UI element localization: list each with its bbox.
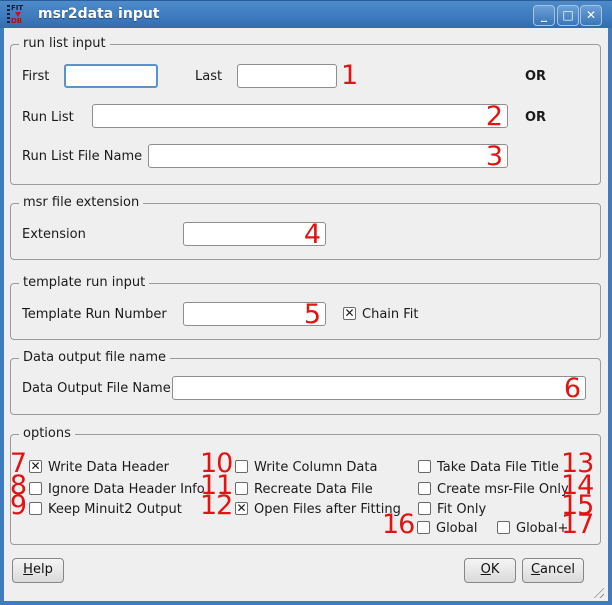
group-title-template-run-input: template run input — [19, 275, 149, 290]
ignore-data-header-info-checkbox[interactable] — [29, 482, 42, 495]
window-title: msr2data input — [38, 6, 160, 22]
last-input[interactable] — [240, 65, 312, 87]
take-data-file-title-label[interactable]: Take Data File Title — [437, 460, 559, 475]
data-output-file-name-input[interactable] — [175, 377, 561, 399]
marker-3: 3 — [486, 145, 502, 167]
marker-1: 1 — [341, 63, 357, 89]
help-button-label: elp — [33, 562, 53, 577]
marker-5: 5 — [304, 303, 320, 325]
close-button[interactable]: ✕ — [580, 5, 602, 26]
group-title-data-output-file-name: Data output file name — [19, 350, 170, 365]
help-button[interactable]: Help — [12, 558, 64, 583]
data-output-file-name-label: Data Output File Name — [22, 381, 171, 396]
global-plus-checkbox[interactable] — [497, 521, 510, 534]
write-column-data-checkbox[interactable] — [235, 460, 248, 473]
cancel-button-mnemonic: C — [531, 562, 540, 577]
fit-only-checkbox[interactable] — [418, 502, 431, 515]
run-list-field-frame: 2 — [92, 104, 508, 128]
template-run-number-field-frame: 5 — [183, 302, 326, 326]
keep-minuit2-output-checkbox[interactable] — [29, 502, 42, 515]
group-title-msr-file-extension: msr file extension — [19, 195, 143, 210]
open-files-after-fitting-checkbox[interactable] — [235, 502, 248, 515]
marker-6: 6 — [564, 377, 580, 399]
resize-grip[interactable] — [591, 585, 604, 598]
data-output-file-name-field-frame: 6 — [172, 376, 586, 400]
keep-minuit2-output-label[interactable]: Keep Minuit2 Output — [48, 502, 182, 517]
ok-button-label: K — [491, 562, 500, 577]
minimize-button[interactable]: _ — [533, 5, 555, 26]
template-run-number-label: Template Run Number — [22, 307, 167, 322]
or-separator-2: OR — [525, 110, 546, 125]
write-data-header-label[interactable]: Write Data Header — [48, 460, 169, 475]
cancel-button[interactable]: Cancel — [522, 558, 584, 583]
cancel-button-label: ancel — [540, 562, 575, 577]
marker-2: 2 — [486, 105, 502, 127]
write-data-header-checkbox[interactable] — [29, 460, 42, 473]
create-msr-file-only-label[interactable]: Create msr-File Only — [437, 482, 569, 497]
dialog-content: run list input First Last 1 OR Run List … — [4, 28, 608, 601]
app-icon-db-text: DB — [11, 18, 22, 25]
run-list-file-name-label: Run List File Name — [22, 149, 142, 164]
template-run-number-input[interactable] — [186, 303, 301, 325]
chain-fit-label[interactable]: Chain Fit — [362, 307, 419, 322]
help-button-mnemonic: H — [23, 562, 33, 577]
marker-16: 16 — [382, 512, 410, 538]
extension-label: Extension — [22, 227, 86, 242]
marker-12: 12 — [200, 493, 231, 519]
app-icon-ruler — [7, 5, 10, 25]
app-icon: FIT DB — [7, 5, 31, 25]
first-label: First — [22, 69, 49, 84]
recreate-data-file-label[interactable]: Recreate Data File — [254, 482, 373, 497]
last-field-frame — [237, 64, 337, 88]
first-field-frame — [64, 64, 158, 88]
marker-4: 4 — [304, 223, 320, 245]
app-icon-fit-text: FIT — [11, 5, 23, 12]
title-bar[interactable]: FIT DB msr2data input _ □ ✕ — [0, 0, 612, 28]
run-list-file-name-field-frame: 3 — [148, 144, 508, 168]
extension-field-frame: 4 — [183, 222, 326, 246]
extension-input[interactable] — [186, 223, 301, 245]
group-title-run-list-input: run list input — [19, 36, 110, 51]
ok-button[interactable]: OK — [464, 558, 516, 583]
take-data-file-title-checkbox[interactable] — [418, 460, 431, 473]
marker-9: 9 — [6, 493, 26, 519]
marker-17: 17 — [561, 512, 593, 538]
run-list-file-name-input[interactable] — [151, 145, 483, 167]
ignore-data-header-info-label[interactable]: Ignore Data Header Info — [48, 482, 205, 497]
write-column-data-label[interactable]: Write Column Data — [254, 460, 377, 475]
global-checkbox[interactable] — [417, 521, 430, 534]
msr2data-dialog: FIT DB msr2data input _ □ ✕ run list inp… — [0, 0, 612, 605]
recreate-data-file-checkbox[interactable] — [235, 482, 248, 495]
maximize-button[interactable]: □ — [557, 5, 579, 26]
run-list-input[interactable] — [95, 105, 483, 127]
open-files-after-fitting-label[interactable]: Open Files after Fitting — [254, 502, 401, 517]
global-label[interactable]: Global — [436, 521, 477, 536]
first-input[interactable] — [68, 66, 132, 86]
group-title-options: options — [19, 426, 75, 441]
run-list-label: Run List — [22, 110, 74, 125]
or-separator-1: OR — [525, 69, 546, 84]
ok-button-mnemonic: O — [481, 562, 491, 577]
chain-fit-checkbox[interactable] — [343, 307, 356, 320]
fit-only-label[interactable]: Fit Only — [437, 502, 486, 517]
last-label: Last — [195, 69, 222, 84]
create-msr-file-only-checkbox[interactable] — [418, 482, 431, 495]
